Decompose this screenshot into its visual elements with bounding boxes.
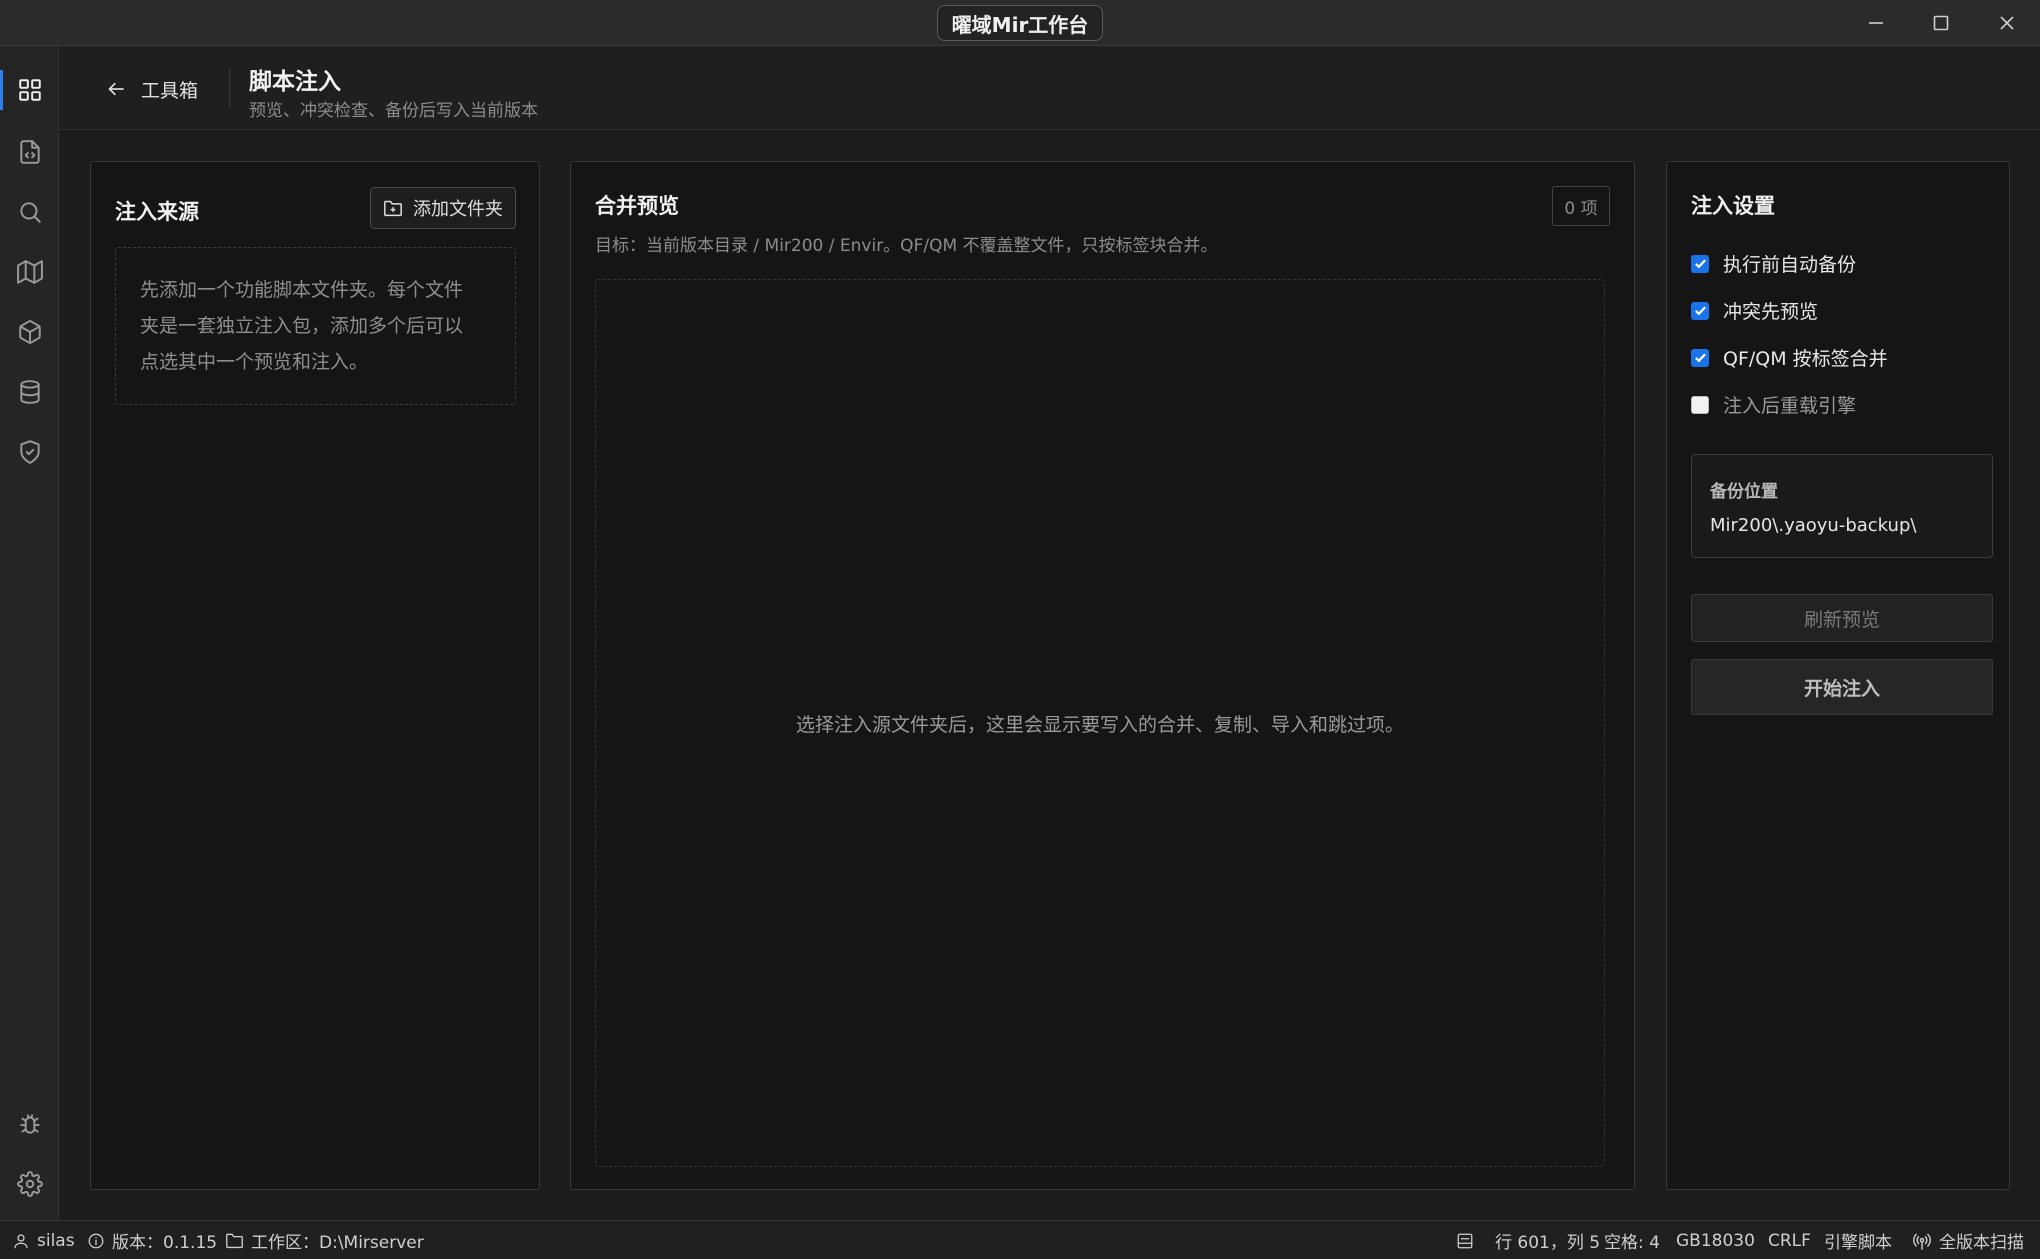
source-panel-title: 注入来源 xyxy=(115,200,199,224)
close-button[interactable] xyxy=(1974,0,2040,46)
info-icon xyxy=(88,1233,104,1248)
preview-empty-area: 选择注入源文件夹后，这里会显示要写入的合并、复制、导入和跳过项。 xyxy=(595,279,1605,1167)
activity-debug[interactable] xyxy=(0,1096,59,1152)
source-hint: 先添加一个功能脚本文件夹。每个文件 夹是一套独立注入包，添加多个后可以 点选其中… xyxy=(115,247,516,405)
add-folder-button[interactable]: 添加文件夹 xyxy=(370,187,516,229)
status-encoding[interactable]: GB18030 xyxy=(1676,1221,1755,1259)
checkbox-unchecked[interactable] xyxy=(1691,395,1709,414)
status-panel-toggle[interactable] xyxy=(1456,1221,1474,1259)
preview-panel: 合并预览 0 项 目标：当前版本目录 / Mir200 / Envir。QF/Q… xyxy=(570,161,1635,1190)
option-conflict-preview[interactable]: 冲突先预览 xyxy=(1691,297,1818,324)
app-title: 曜域Mir工作台 xyxy=(937,5,1103,41)
source-hint-line: 夹是一套独立注入包，添加多个后可以 xyxy=(140,315,464,337)
preview-count-badge: 0 项 xyxy=(1552,186,1610,226)
activity-package[interactable] xyxy=(0,304,59,360)
activity-bar xyxy=(0,46,59,1220)
title-bar: 曜域Mir工作台 xyxy=(0,0,2040,46)
broadcast-icon xyxy=(1913,1233,1931,1250)
activity-toolbox[interactable] xyxy=(0,62,59,118)
add-folder-label: 添加文件夹 xyxy=(413,199,503,220)
map-icon xyxy=(16,260,43,284)
option-label: 注入后重载引擎 xyxy=(1723,395,1857,417)
folder-plus-icon xyxy=(384,200,402,217)
preview-target-text: 目标：当前版本目录 / Mir200 / Envir。QF/QM 不覆盖整文件，… xyxy=(595,236,1218,256)
status-cursor-position[interactable]: 行 601，列 5 xyxy=(1495,1221,1600,1259)
option-reload-engine[interactable]: 注入后重载引擎 xyxy=(1691,391,1856,418)
status-bar: silas 版本：0.1.15 工作区：D:\Mirserver 行 601，列… xyxy=(0,1220,2040,1259)
status-eol[interactable]: CRLF xyxy=(1768,1221,1811,1259)
source-hint-line: 先添加一个功能脚本文件夹。每个文件 xyxy=(140,279,464,301)
database-icon xyxy=(19,380,40,404)
status-indent[interactable]: 空格: 4 xyxy=(1604,1221,1660,1259)
status-version[interactable]: 版本：0.1.15 xyxy=(87,1221,217,1259)
backup-location-card: 备份位置 Mir200\.yaoyu-backup\ xyxy=(1691,454,1993,558)
maximize-icon xyxy=(1933,15,1949,31)
checkbox-checked[interactable] xyxy=(1691,348,1709,367)
close-icon xyxy=(2000,16,2014,30)
status-user-name: silas xyxy=(37,1230,75,1251)
status-scan[interactable]: 全版本扫描 xyxy=(1912,1221,2024,1259)
minimize-button[interactable] xyxy=(1843,0,1909,46)
maximize-button[interactable] xyxy=(1908,0,1974,46)
option-tag-merge[interactable]: QF/QM 按标签合并 xyxy=(1691,344,1888,371)
preview-panel-title: 合并预览 xyxy=(595,194,679,218)
arrow-left-icon xyxy=(108,82,124,96)
backup-location-label: 备份位置 xyxy=(1710,482,1778,502)
check-icon xyxy=(1694,353,1706,363)
page-title: 脚本注入 xyxy=(249,69,341,95)
status-workspace-text: 工作区：D:\Mirserver xyxy=(251,1233,424,1253)
check-icon xyxy=(1694,306,1706,316)
activity-map[interactable] xyxy=(0,244,59,300)
status-version-text: 版本：0.1.15 xyxy=(112,1233,218,1253)
option-label: QF/QM 按标签合并 xyxy=(1723,348,1888,370)
refresh-preview-button[interactable]: 刷新预览 xyxy=(1691,594,1993,642)
option-label: 冲突先预览 xyxy=(1723,301,1819,323)
source-hint-line: 点选其中一个预览和注入。 xyxy=(140,351,369,373)
settings-panel-title: 注入设置 xyxy=(1691,194,1775,218)
activity-security[interactable] xyxy=(0,424,59,480)
status-language[interactable]: 引擎脚本 xyxy=(1824,1221,1892,1259)
package-icon xyxy=(18,320,41,344)
minimize-icon xyxy=(1869,22,1883,24)
header-divider xyxy=(229,68,230,108)
grid-icon xyxy=(18,79,41,101)
status-user[interactable]: silas xyxy=(12,1221,75,1259)
start-inject-button[interactable]: 开始注入 xyxy=(1691,659,1993,715)
option-label: 执行前自动备份 xyxy=(1723,254,1857,276)
shield-check-icon xyxy=(19,440,40,464)
panel-icon xyxy=(1457,1233,1473,1248)
search-icon xyxy=(19,202,41,223)
checkbox-checked[interactable] xyxy=(1691,301,1709,320)
preview-empty-text: 选择注入源文件夹后，这里会显示要写入的合并、复制、导入和跳过项。 xyxy=(795,713,1404,736)
back-label: 工具箱 xyxy=(141,79,199,102)
checkbox-checked[interactable] xyxy=(1691,254,1709,273)
settings-panel: 注入设置 执行前自动备份 冲突先预览 QF/QM 按标签合并 注入后重载引擎 备… xyxy=(1666,161,2010,1190)
file-code-icon xyxy=(19,140,40,164)
source-panel: 注入来源 添加文件夹 先添加一个功能脚本文件夹。每个文件 夹是一套独立注入包，添… xyxy=(90,161,540,1190)
activity-scripts[interactable] xyxy=(0,124,59,180)
user-icon xyxy=(14,1233,28,1248)
page-subtitle: 预览、冲突检查、备份后写入当前版本 xyxy=(249,101,538,121)
back-button[interactable]: 工具箱 xyxy=(107,72,198,106)
bug-icon xyxy=(19,1114,40,1134)
status-workspace[interactable]: 工作区：D:\Mirserver xyxy=(225,1221,424,1259)
folder-icon xyxy=(226,1233,243,1249)
check-icon xyxy=(1694,259,1706,269)
activity-settings[interactable] xyxy=(0,1156,59,1212)
backup-location-path: Mir200\.yaoyu-backup\ xyxy=(1710,515,1917,536)
gear-icon xyxy=(16,1171,43,1197)
status-scan-text: 全版本扫描 xyxy=(1939,1233,2024,1253)
page-header: 工具箱 脚本注入 预览、冲突检查、备份后写入当前版本 xyxy=(59,46,2040,130)
activity-search[interactable] xyxy=(0,184,59,240)
option-auto-backup[interactable]: 执行前自动备份 xyxy=(1691,250,1856,277)
activity-database[interactable] xyxy=(0,364,59,420)
